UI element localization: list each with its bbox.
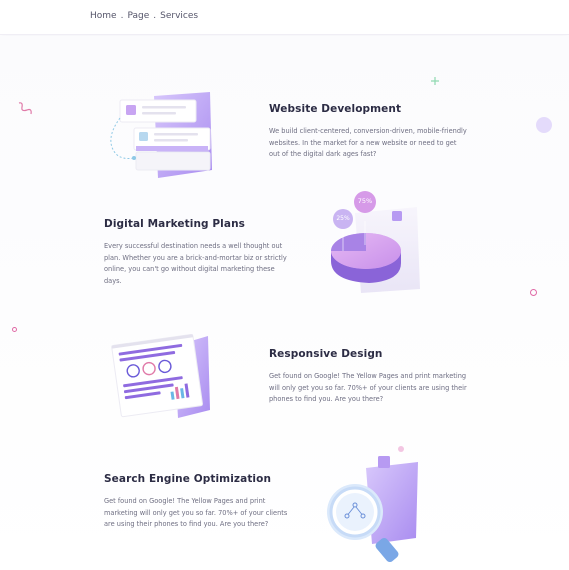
breadcrumb: Home . Page . Services <box>90 11 198 21</box>
top-bar: Home . Page . Services <box>0 0 569 35</box>
section-description: Get found on Google! The Yellow Pages an… <box>104 497 288 528</box>
circle-decoration <box>536 117 552 133</box>
section-title: Responsive Design <box>269 348 383 360</box>
section-description: Every successful destination needs a wel… <box>104 242 287 285</box>
ring-decoration <box>12 327 17 332</box>
breadcrumb-services-link[interactable]: Services <box>160 11 198 21</box>
services-content <box>0 36 569 570</box>
section-title: Website Development <box>269 103 402 115</box>
section-title: Search Engine Optimization <box>104 473 272 485</box>
website-development-illustration <box>110 92 212 178</box>
ring-decoration <box>530 289 537 296</box>
breadcrumb-separator: . <box>153 11 157 21</box>
section-title: Digital Marketing Plans <box>104 218 245 230</box>
section-description: We build client-centered, conversion-dri… <box>269 127 467 158</box>
plus-decoration <box>431 77 439 85</box>
breadcrumb-separator: . <box>120 11 124 21</box>
breadcrumb-home-link[interactable]: Home <box>90 11 117 21</box>
seo-illustration <box>327 456 418 563</box>
breadcrumb-page-link[interactable]: Page <box>127 11 149 21</box>
section-description: Get found on Google! The Yellow Pages an… <box>269 372 467 403</box>
squiggle-decoration <box>18 102 32 115</box>
chart-badge-25: 25% <box>336 215 350 222</box>
chart-badge-75: 75% <box>357 197 373 205</box>
responsive-design-illustration <box>111 333 210 418</box>
